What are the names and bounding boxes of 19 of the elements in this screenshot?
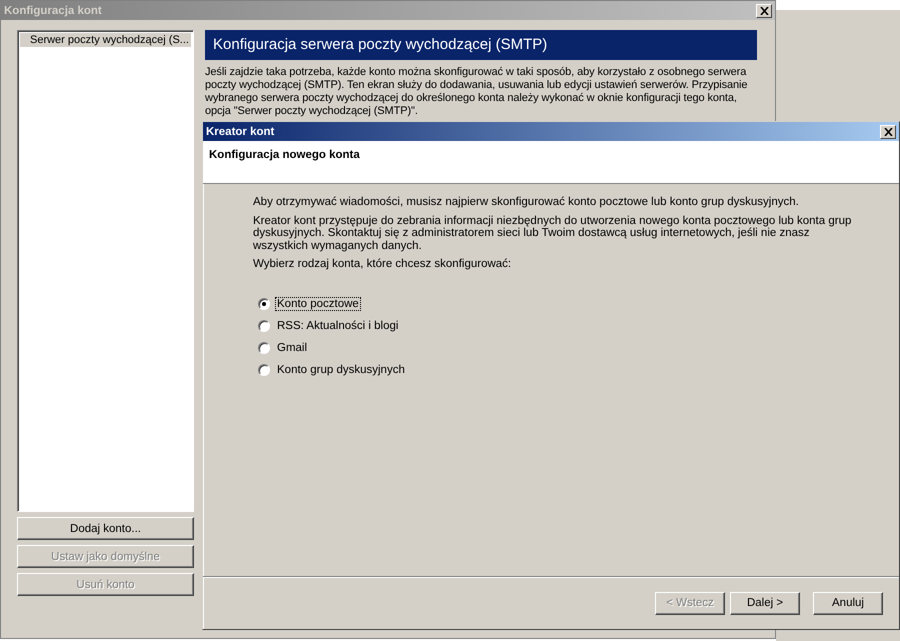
wizard-text: Aby otrzymywać wiadomości, musisz najpierw skonfigurować konto pocztowe lub konto grup dyskusyjnych. bbox=[253, 196, 800, 208]
wizard-header: Konfiguracja nowego konta bbox=[209, 149, 360, 161]
account-list-item[interactable]: Serwer poczty wychodzącej (S... bbox=[20, 33, 191, 47]
account-type-radio[interactable]: Konto grup dyskusyjnych bbox=[258, 362, 859, 376]
wizard-text: Kreator kont przystępuje do zebrania informacji niezbędnych do utworzenia nowego konta pocztowego lub konta grup dyskusyjnych. Skontaktuj się z administratorem sieci lub Twoim dostawcą usług internetowych, jeśli nie znasz wszystkich wymaganych danych. bbox=[253, 214, 852, 252]
window-title: Konfiguracja kont bbox=[4, 4, 102, 16]
wizard-button[interactable]: Anuluj bbox=[813, 592, 883, 614]
account-type-radio[interactable]: Konto pocztowe bbox=[258, 296, 859, 310]
account-button[interactable]: Dodaj konto... bbox=[17, 517, 194, 540]
description-text: Jeśli zajdzie taka potrzeba, każde konto można skonfigurować w taki sposób, aby korzystało z osobnego serwera poczty wychodzącej (SMTP). Ten ekran służy do dodawania, usuwania lub edycji ustawień serwerów. Przypisanie wybranego serwera poczty wychodzącej do określonego konta należy wykonać w oknie konfiguracji tego konta, opcja "Serwer poczty wychodzącej (SMTP)". bbox=[205, 66, 748, 118]
window-title: Kreator kont bbox=[206, 126, 274, 138]
close-icon bbox=[760, 6, 768, 14]
panel-heading: Konfiguracja serwera poczty wychodzącej (SMTP) bbox=[205, 30, 757, 60]
wizard-button[interactable]: Dalej > bbox=[730, 592, 800, 614]
account-type-radio[interactable]: RSS: Aktualności i blogi bbox=[258, 318, 859, 332]
close-icon bbox=[884, 128, 892, 136]
wizard-text: Wybierz rodzaj konta, które chcesz skonfigurować: bbox=[253, 258, 512, 270]
close-button[interactable] bbox=[880, 124, 896, 138]
account-type-radio[interactable]: Gmail bbox=[258, 340, 859, 354]
